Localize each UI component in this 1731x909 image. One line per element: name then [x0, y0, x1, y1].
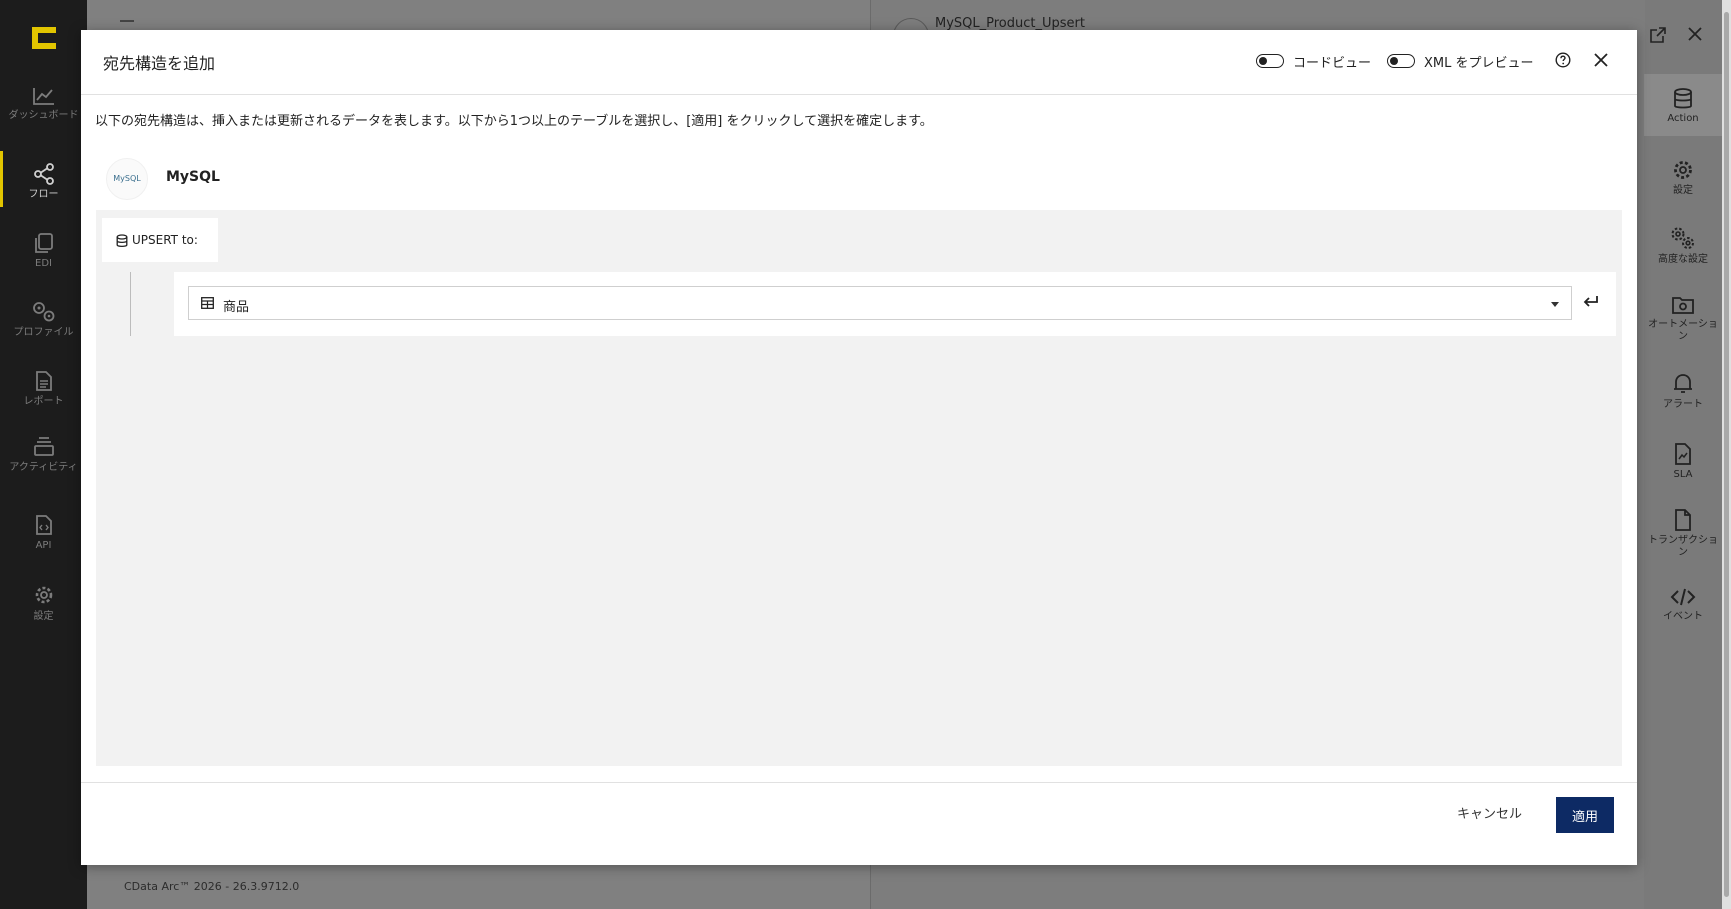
gears-icon: [32, 302, 54, 322]
file-code-icon: [35, 515, 52, 535]
sidebar-item-label: レポート: [23, 396, 64, 407]
page-scrollbar[interactable]: [1722, 0, 1731, 909]
code-view-toggle[interactable]: [1256, 54, 1284, 68]
connector-title: MySQL_Product_Upsert: [935, 16, 1085, 31]
close-icon[interactable]: [1593, 52, 1609, 68]
sidebar-item-label: 設定: [33, 611, 54, 622]
destination-structure-card: MySQL MySQL UPSERT to: 商品: [96, 146, 1622, 766]
sidebar-item-label: アクティビティ: [9, 462, 78, 473]
upsert-label: UPSERT to:: [132, 233, 198, 247]
rp-item-label: トランザクション: [1648, 535, 1718, 558]
rp-item-label: 設定: [1673, 185, 1693, 196]
code-icon: [1670, 588, 1696, 606]
sidebar-item-settings[interactable]: 設定: [0, 583, 87, 623]
chevron-down-icon: [1551, 302, 1559, 307]
rp-item-label: オートメーション: [1648, 319, 1718, 342]
sidebar-item-dashboard[interactable]: ダッシュボード: [0, 86, 87, 122]
rp-item-label: イベント: [1663, 611, 1703, 622]
gear-icon: [35, 586, 52, 604]
table-select-dropdown[interactable]: 商品: [188, 286, 1572, 320]
code-view-label: コードビュー: [1293, 56, 1372, 71]
layers-icon: [33, 437, 54, 456]
modal-header: 宛先構造を追加 コードビュー XML をプレビュー: [81, 30, 1637, 95]
table-select-row: 商品: [174, 272, 1616, 336]
left-sidebar: ダッシュボード フロー EDI プロファイル レポート アクティビティ API …: [0, 0, 87, 909]
rp-item-action[interactable]: Action: [1644, 74, 1722, 136]
chart-line-icon: [32, 88, 54, 105]
cdata-logo[interactable]: [30, 25, 58, 51]
close-panel-icon[interactable]: [1687, 26, 1703, 42]
file-lines-icon: [35, 371, 52, 391]
table-select-value: 商品: [223, 300, 250, 315]
sidebar-item-label: EDI: [35, 258, 52, 269]
sidebar-item-report[interactable]: レポート: [0, 370, 87, 408]
rp-item-label: 高度な設定: [1658, 254, 1708, 265]
external-link-icon[interactable]: [1649, 26, 1667, 44]
sidebar-item-edi[interactable]: EDI: [0, 232, 87, 270]
file-chart-icon: [1675, 443, 1691, 465]
rp-item-event[interactable]: イベント: [1644, 586, 1722, 623]
database-icon: [116, 234, 128, 247]
add-destination-modal: 宛先構造を追加 コードビュー XML をプレビュー 以下の宛先構造は、挿入または…: [81, 30, 1637, 865]
modal-footer: キャンセル 適用: [81, 782, 1637, 866]
modal-description: 以下の宛先構造は、挿入または更新されるデータを表します。以下から1つ以上のテーブ…: [95, 114, 933, 129]
copy-icon: [34, 233, 53, 253]
rp-item-settings[interactable]: 設定: [1644, 158, 1722, 197]
sidebar-item-label: プロファイル: [13, 327, 74, 338]
rp-item-label: Action: [1667, 113, 1699, 124]
sidebar-item-activity[interactable]: アクティビティ: [0, 436, 87, 474]
folder-gear-icon: [1672, 297, 1694, 314]
tree-connector-line: [130, 272, 131, 336]
sidebar-item-flow[interactable]: フロー: [0, 151, 87, 207]
sidebar-item-label: フロー: [28, 189, 59, 200]
rp-item-transaction[interactable]: トランザクション: [1644, 508, 1722, 559]
bell-icon: [1674, 374, 1692, 393]
share-nodes-icon: [33, 163, 54, 185]
upsert-label-box: UPSERT to:: [102, 218, 218, 262]
mysql-logo: MySQL: [106, 158, 148, 200]
version-text: CData Arc™ 2026 - 26.3.9712.0: [124, 880, 300, 893]
gears-icon: [1671, 227, 1694, 249]
sidebar-item-label: API: [35, 540, 52, 551]
db-header: MySQL MySQL: [96, 146, 1622, 210]
rp-item-advanced-settings[interactable]: 高度な設定: [1644, 225, 1722, 266]
rp-item-label: アラート: [1663, 399, 1703, 410]
gear-icon: [1674, 161, 1692, 179]
sidebar-item-profile[interactable]: プロファイル: [0, 299, 87, 339]
modal-title: 宛先構造を追加: [103, 54, 216, 73]
rp-item-sla[interactable]: SLA: [1644, 442, 1722, 481]
rp-item-automation[interactable]: オートメーション: [1644, 294, 1722, 343]
file-icon: [1675, 509, 1691, 531]
sidebar-item-label: ダッシュボード: [8, 110, 79, 121]
help-icon[interactable]: [1555, 52, 1571, 68]
table-icon: [201, 297, 214, 309]
enter-icon[interactable]: [1582, 294, 1600, 310]
db-name: MySQL: [166, 169, 220, 185]
apply-button[interactable]: 適用: [1556, 797, 1614, 833]
cancel-button[interactable]: キャンセル: [1451, 802, 1528, 823]
sidebar-item-api[interactable]: API: [0, 514, 87, 552]
xml-preview-toggle[interactable]: [1387, 54, 1415, 68]
rp-item-alert[interactable]: アラート: [1644, 372, 1722, 411]
database-icon: [1674, 88, 1692, 109]
scrollbar-thumb[interactable]: [1724, 12, 1729, 897]
rp-item-label: SLA: [1673, 469, 1693, 480]
right-action-panel: Action 設定 高度な設定 オートメーション アラート SLA トランザクシ…: [1644, 74, 1722, 909]
xml-preview-label: XML をプレビュー: [1424, 56, 1534, 71]
